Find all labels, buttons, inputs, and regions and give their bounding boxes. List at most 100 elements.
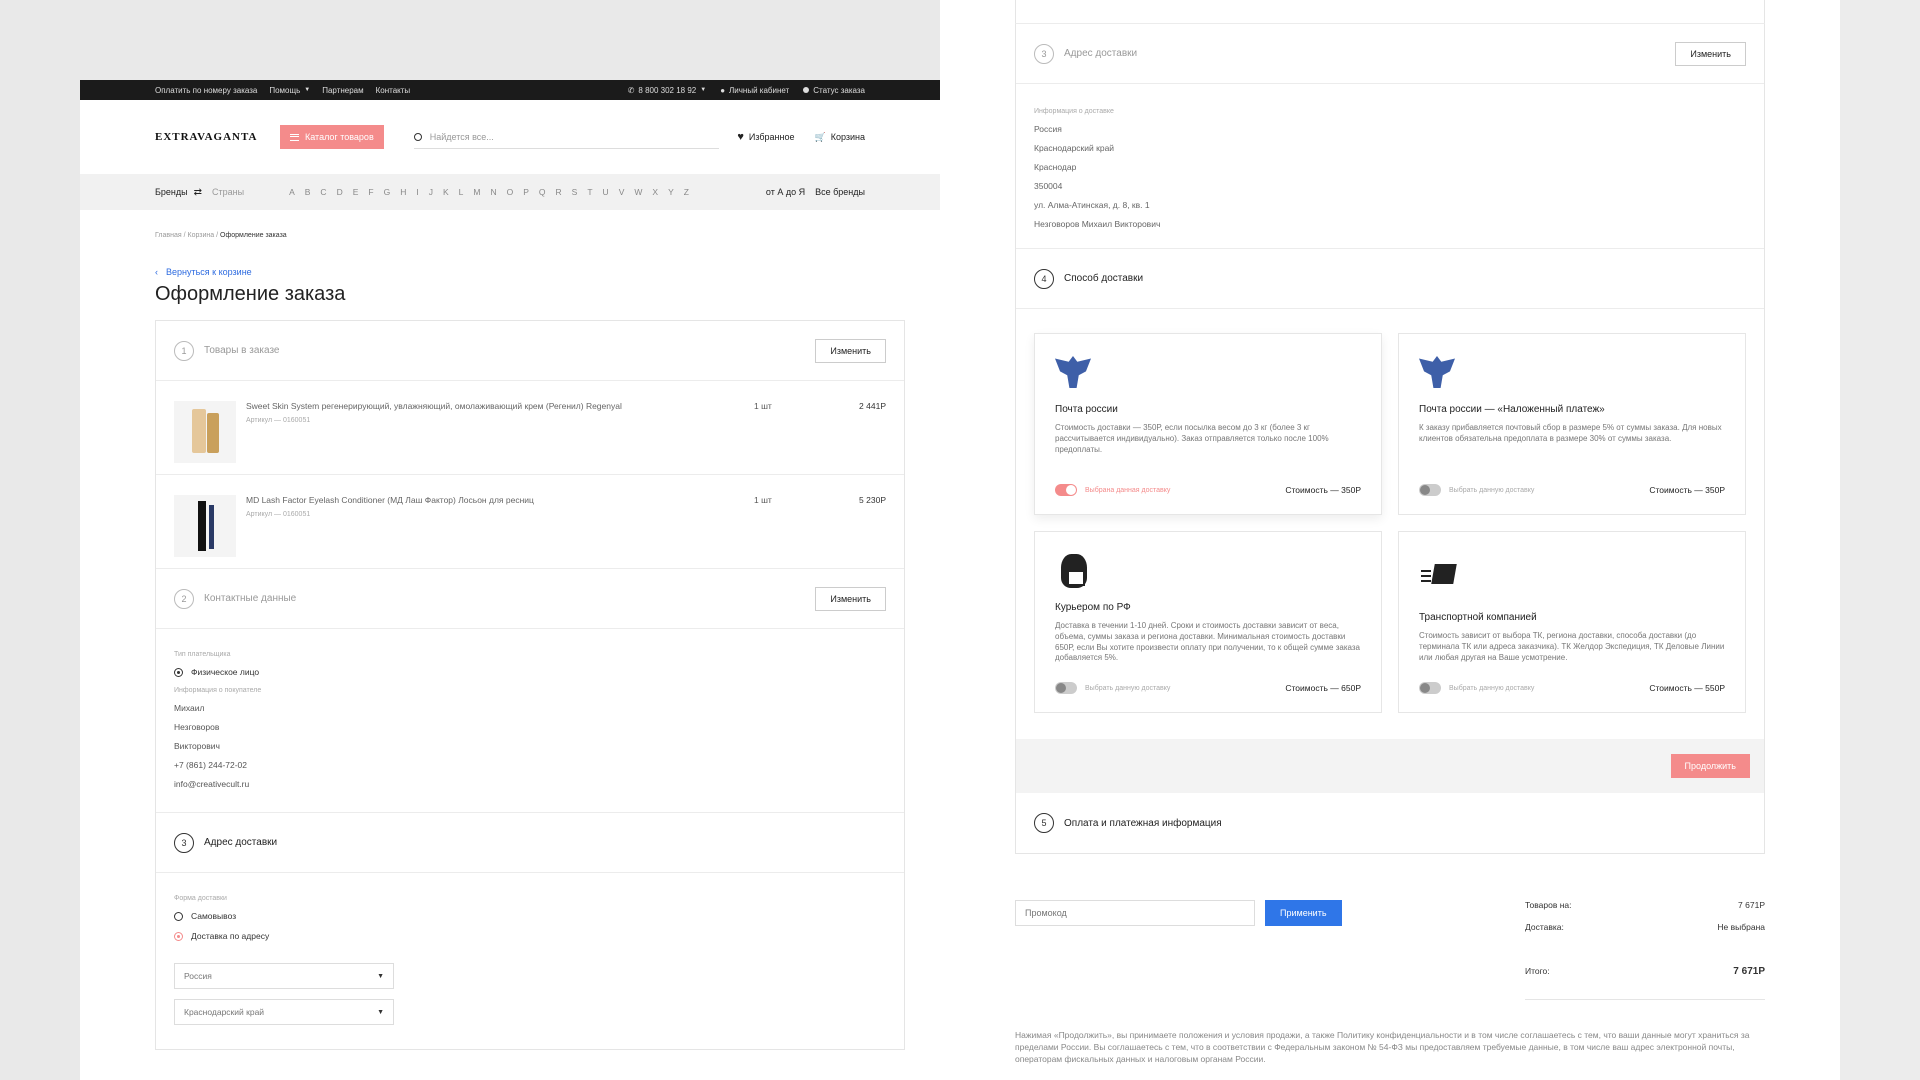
delivery-toggle[interactable] [1419,682,1441,694]
delivery-card-russian-post-cod[interactable]: Почта россии — «Наложенный платеж» К зак… [1398,333,1746,515]
letter-link[interactable]: Z [684,187,689,197]
letter-link[interactable]: F [368,187,373,197]
address-delivery-radio[interactable]: Доставка по адресу [174,931,886,941]
letter-link[interactable]: T [587,187,592,197]
section-title: Товары в заказе [204,345,280,356]
russian-post-eagle-icon [1055,356,1091,388]
breadcrumb: Главная / Корзина / Оформление заказа [155,232,865,239]
letter-link[interactable]: V [619,187,625,197]
back-to-cart-link[interactable]: ‹ Вернуться к корзине [155,267,865,277]
phone-link[interactable]: ✆ 8 800 302 18 92 ▼ [628,86,707,95]
product-name[interactable]: Sweet Skin System регенерирующий, увлажн… [246,401,666,412]
help-menu[interactable]: Помощь ▼ [269,86,310,95]
section-delivery-method: 4 Способ доставки [1016,249,1764,309]
search-input[interactable]: Найдется все... [413,125,719,149]
section-title: Контактные данные [204,593,297,604]
letter-link[interactable]: E [353,187,359,197]
order-item: MD Lash Factor Eyelash Conditioner (МД Л… [156,475,904,569]
product-image[interactable] [174,495,236,557]
letter-link[interactable]: W [634,187,642,197]
buyer-info-label: Информация о покупателе [174,687,262,694]
continue-button[interactable]: Продолжить [1670,754,1750,778]
product-article: Артикул — 0160051 [246,511,311,519]
payer-type-label: Тип плательщика [174,651,231,658]
letter-link[interactable]: U [603,187,609,197]
product-qty: 1 шт [754,401,772,411]
letter-link[interactable]: O [507,187,514,197]
chevron-down-icon: ▼ [304,87,311,93]
delivery-card-courier[interactable]: Курьером по РФ Доставка в течении 1-10 д… [1034,531,1382,713]
letter-link[interactable]: M [473,187,480,197]
delivery-toggle[interactable] [1055,682,1077,694]
breadcrumb-cart[interactable]: Корзина [188,232,215,239]
letter-link[interactable]: X [652,187,658,197]
delivery-cost: Стоимость — 550Р [1649,683,1725,693]
all-brands-link[interactable]: Все бренды [815,187,865,197]
letter-link[interactable]: K [443,187,449,197]
favorites-link[interactable]: ♥ Избранное [737,131,794,143]
address-recipient: Незговоров Михаил Викторович [1034,219,1161,229]
order-status-link[interactable]: Статус заказа [803,86,865,95]
checkout-page-left: Оплатить по номеру заказа Помощь ▼ Партне… [80,80,940,1080]
promo-row: Применить [1015,900,1342,926]
delivery-toggle[interactable] [1055,484,1077,496]
partners-link[interactable]: Партнерам [322,86,363,95]
delivery-toggle[interactable] [1419,484,1441,496]
payer-type-radio[interactable]: Физическое лицо [174,667,886,677]
step-number: 3 [174,832,194,853]
letter-link[interactable]: Q [539,187,546,197]
site-logo[interactable]: EXTRAVAGANTA [155,131,280,143]
pickup-radio[interactable]: Самовывоз [174,911,886,921]
total-label: Итого: [1525,966,1550,976]
edit-items-button[interactable]: Изменить [815,338,886,363]
alphabet-filter: A B C D E F G H I J K L M N O P Q R S T … [289,187,689,197]
step-number: 2 [174,588,194,609]
promo-code-input[interactable] [1015,900,1255,926]
step-number: 3 [1034,43,1054,64]
product-name[interactable]: MD Lash Factor Eyelash Conditioner (МД Л… [246,495,666,506]
product-price: 5 230Р [859,495,886,505]
breadcrumb-home[interactable]: Главная [155,232,182,239]
contacts-link[interactable]: Контакты [376,86,411,95]
address-street: ул. Алма-Атинская, д. 8, кв. 1 [1034,200,1150,210]
account-link[interactable]: ● Личный кабинет [720,86,789,95]
region-select[interactable]: Краснодарский край ▼ [174,999,394,1025]
az-link[interactable]: от А до Я [766,187,805,197]
goods-value: 7 671Р [1738,900,1765,910]
letter-link[interactable]: Y [668,187,674,197]
top-bar: Оплатить по номеру заказа Помощь ▼ Партне… [80,80,940,100]
brands-tab[interactable]: Бренды [155,187,188,197]
product-image[interactable] [174,401,236,463]
letter-link[interactable]: N [490,187,496,197]
pay-by-order-link[interactable]: Оплатить по номеру заказа [155,86,257,95]
letter-link[interactable]: L [459,187,464,197]
letter-link[interactable]: R [556,187,562,197]
letter-link[interactable]: J [429,187,433,197]
letter-link[interactable]: D [337,187,343,197]
letter-link[interactable]: S [572,187,578,197]
letter-link[interactable]: C [320,187,326,197]
letter-link[interactable]: H [400,187,406,197]
section-title: Способ доставки [1064,273,1144,284]
apply-promo-button[interactable]: Применить [1265,900,1342,926]
letter-link[interactable]: G [384,187,391,197]
cart-link[interactable]: 🛒 Корзина [814,131,865,143]
letter-link[interactable]: B [305,187,311,197]
letter-link[interactable]: P [523,187,529,197]
section-address: 3 Адрес доставки Изменить [1016,24,1764,84]
swap-icon[interactable]: ⇄ [194,187,202,198]
edit-address-button[interactable]: Изменить [1675,41,1746,66]
section-order-items: 1 Товары в заказе Изменить [156,321,904,381]
delivery-card-russian-post[interactable]: Почта россии Стоимость доставки — 350Р, … [1034,333,1382,515]
country-select[interactable]: Россия ▼ [174,963,394,989]
breadcrumb-sep: / [216,232,219,239]
countries-tab[interactable]: Страны [212,187,244,197]
delivery-card-transport-company[interactable]: Транспортной компанией Стоимость зависит… [1398,531,1746,713]
section-payment: 5 Оплата и платежная информация [1016,793,1764,853]
check-circle-icon [803,87,810,93]
edit-contacts-button[interactable]: Изменить [815,586,886,611]
letter-link[interactable]: A [289,187,295,197]
catalog-button[interactable]: Каталог товаров [280,125,384,149]
letter-link[interactable]: I [416,187,418,197]
radio-unchecked-icon [174,911,183,921]
